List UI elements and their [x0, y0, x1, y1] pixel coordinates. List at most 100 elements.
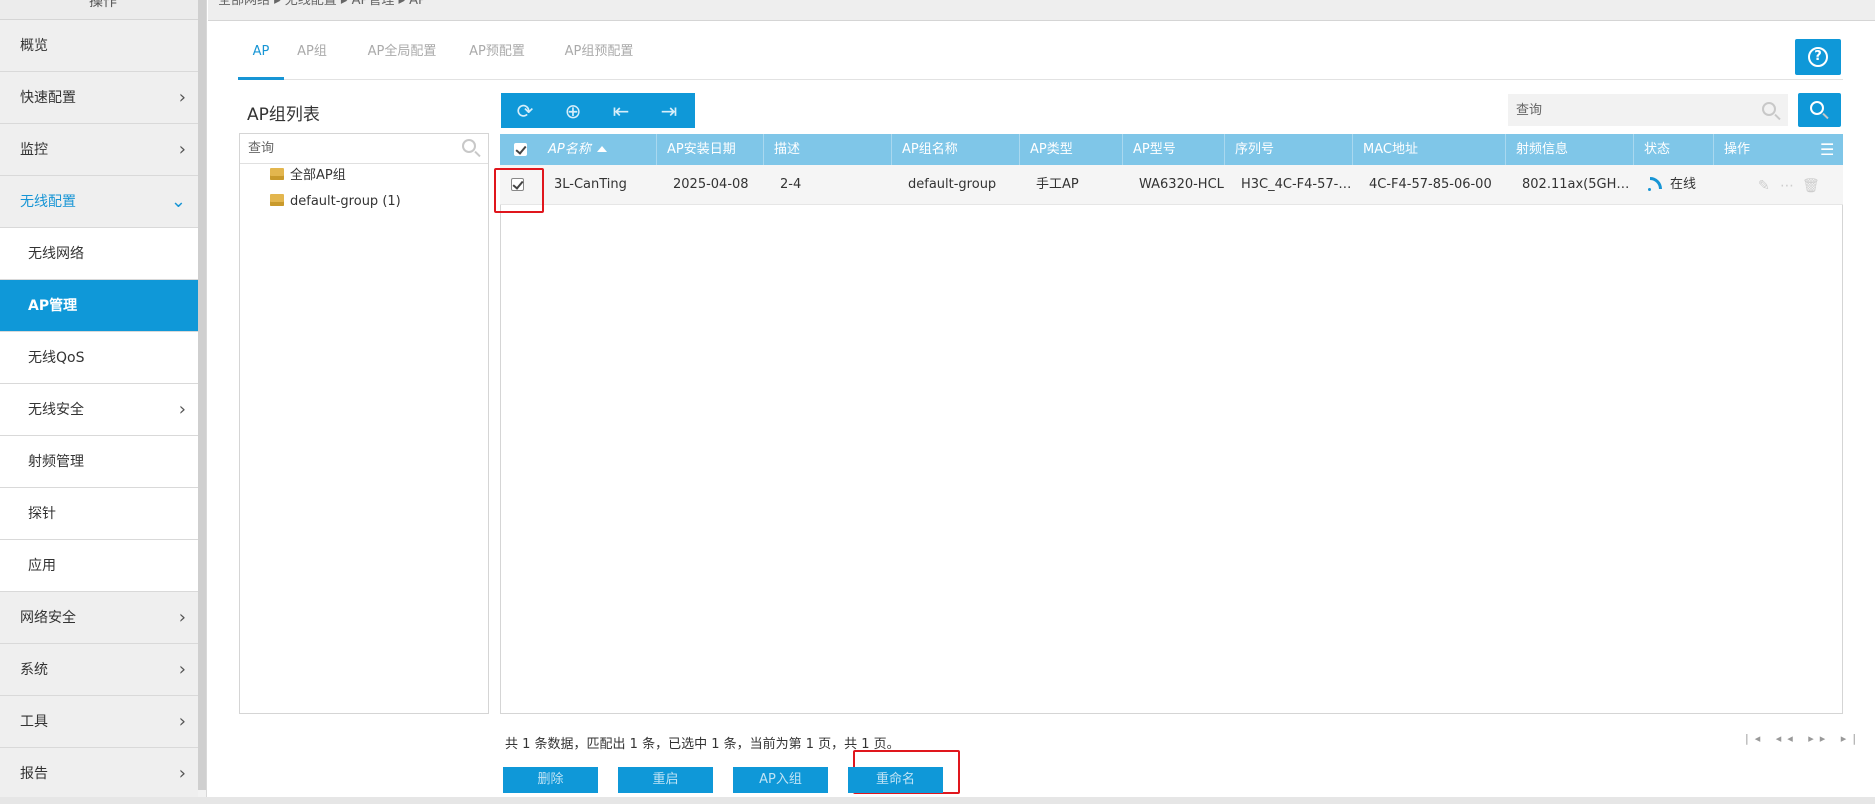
sidebar-item-wireless-config[interactable]: 无线配置 ⌄ [0, 176, 198, 228]
bottom-bar [0, 797, 1875, 804]
column-settings-icon[interactable]: ☰ [1820, 140, 1834, 159]
column-radio-info[interactable]: 射频信息 [1506, 134, 1634, 165]
sidebar-item-system[interactable]: 系统 › [0, 644, 198, 696]
sidebar-item-label: 网络安全 [20, 610, 76, 626]
chevron-right-icon: › [178, 711, 186, 732]
help-icon: ? [1808, 47, 1828, 67]
add-icon[interactable]: ⊕ [549, 93, 597, 128]
cell-ap-model: WA6320-HCL [1139, 177, 1224, 192]
chevron-right-icon: › [178, 763, 186, 784]
sidebar-item-wireless-qos[interactable]: 无线QoS [0, 332, 198, 384]
wireless-signal-icon [1648, 177, 1662, 191]
sidebar-item-monitor[interactable]: 监控 › [0, 124, 198, 176]
column-serial[interactable]: 序列号 [1225, 134, 1353, 165]
column-install-date[interactable]: AP安装日期 [657, 134, 764, 165]
cell-description: 2-4 [780, 177, 802, 192]
delete-button[interactable]: 删除 [503, 767, 598, 793]
sidebar-item-label: AP管理 [28, 298, 78, 314]
column-status[interactable]: 状态 [1634, 134, 1714, 165]
ap-table [500, 134, 1843, 714]
ap-search-box [1508, 94, 1788, 126]
column-ap-model[interactable]: AP型号 [1123, 134, 1225, 165]
sidebar-item-label: 射频管理 [28, 454, 84, 470]
status-text: 在线 [1670, 177, 1697, 192]
group-search-input[interactable] [240, 134, 440, 162]
ap-search-input[interactable] [1508, 94, 1748, 126]
tab-bar: AP AP组 AP全局配置 AP预配置 AP组预配置 [238, 40, 1843, 80]
breadcrumb: 全部网络 ▸ 无线配置 ▸ AP管理 ▸ AP [208, 0, 1875, 21]
chevron-down-icon: ⌄ [170, 191, 186, 212]
column-ap-type[interactable]: AP类型 [1020, 134, 1123, 165]
sidebar-item-network-security[interactable]: 网络安全 › [0, 592, 198, 644]
sidebar-item-label: 探针 [28, 506, 56, 522]
sidebar-item-quick-config[interactable]: 快速配置 › [0, 72, 198, 124]
tab-ap-preconfig[interactable]: AP预配置 [456, 40, 538, 80]
tree-item-default-group[interactable]: default-group (1) [270, 192, 401, 212]
sidebar-item-label: 无线网络 [28, 246, 84, 262]
rename-button[interactable]: 重命名 [848, 767, 943, 793]
sidebar-item-probe[interactable]: 探针 [0, 488, 198, 540]
tab-ap-group[interactable]: AP组 [290, 40, 334, 80]
cell-ap-type: 手工AP [1036, 177, 1079, 192]
group-tree-panel: 全部AP组 default-group (1) [239, 133, 489, 714]
select-all-checkbox[interactable] [514, 143, 527, 156]
sidebar-item-wireless-security[interactable]: 无线安全 › [0, 384, 198, 436]
column-mac[interactable]: MAC地址 [1353, 134, 1506, 165]
chevron-right-icon: › [178, 399, 186, 420]
sidebar-item-ap-management[interactable]: AP管理 [0, 280, 198, 332]
column-operation: 操作 [1724, 142, 1751, 157]
table-summary: 共 1 条数据，匹配出 1 条，已选中 1 条，当前为第 1 页，共 1 页。 [505, 737, 900, 752]
tab-ap-group-preconfig[interactable]: AP组预配置 [544, 40, 654, 80]
tab-ap[interactable]: AP [238, 40, 284, 80]
sidebar-item-label: 系统 [20, 662, 48, 678]
sidebar-item-label: 无线QoS [28, 350, 85, 366]
chevron-right-icon: › [178, 139, 186, 160]
advanced-search-icon [1810, 101, 1824, 115]
ap-join-group-button[interactable]: AP入组 [733, 767, 828, 793]
sidebar-header: 操作 [0, 0, 206, 20]
column-group-name[interactable]: AP组名称 [892, 134, 1020, 165]
refresh-icon[interactable]: ⟳ [501, 93, 549, 128]
sidebar-item-rf-management[interactable]: 射频管理 [0, 436, 198, 488]
more-icon[interactable]: ⋯ [1780, 179, 1794, 193]
cell-group-name: default-group [908, 177, 997, 192]
table-header: AP名称 AP安装日期 描述 AP组名称 AP类型 AP型号 序列号 MAC地址… [500, 134, 1843, 165]
column-description[interactable]: 描述 [764, 134, 892, 165]
edit-icon[interactable]: ✎ [1758, 179, 1770, 193]
delete-icon[interactable]: 🗑 [1802, 179, 1820, 193]
cell-ap-name: 3L-CanTing [554, 177, 627, 192]
sidebar-item-report[interactable]: 报告 › [0, 748, 198, 800]
search-icon[interactable] [1762, 102, 1776, 116]
sidebar-item-label: 应用 [28, 558, 56, 574]
sidebar-item-label: 工具 [20, 714, 48, 730]
sidebar-item-wireless-network[interactable]: 无线网络 [0, 228, 198, 280]
sidebar-item-label: 概览 [20, 38, 48, 54]
folder-icon [270, 194, 284, 206]
advanced-search-button[interactable] [1798, 93, 1841, 127]
search-icon[interactable] [462, 139, 476, 153]
reboot-button[interactable]: 重启 [618, 767, 713, 793]
chevron-right-icon: › [178, 659, 186, 680]
sidebar-item-tools[interactable]: 工具 › [0, 696, 198, 748]
table-row[interactable]: 3L-CanTing 2025-04-08 2-4 default-group … [500, 165, 1843, 205]
table-toolbar: ⟳ ⊕ ⇤ ⇥ [501, 93, 695, 128]
pagination-controls[interactable]: |◂ ◂◂ ▸▸ ▸| [1745, 732, 1862, 745]
tree-item-label: 全部AP组 [290, 168, 346, 183]
folder-icon [270, 168, 284, 180]
highlight-row-checkbox [494, 168, 544, 213]
export-icon[interactable]: ⇥ [645, 93, 693, 128]
sidebar-item-label: 快速配置 [20, 90, 76, 106]
import-icon[interactable]: ⇤ [597, 93, 645, 128]
sidebar-item-application[interactable]: 应用 [0, 540, 198, 592]
column-ap-name[interactable]: AP名称 [538, 134, 657, 165]
cell-serial: H3C_4C-F4-57-8... [1241, 177, 1353, 192]
group-search-box [240, 134, 488, 164]
cell-status: 在线 [1640, 165, 1720, 205]
sidebar-item-label: 无线安全 [28, 402, 84, 418]
tab-ap-global-config[interactable]: AP全局配置 [354, 40, 450, 80]
sidebar-scrollbar[interactable] [198, 0, 206, 790]
help-button[interactable]: ? [1795, 39, 1841, 75]
sidebar-item-overview[interactable]: 概览 [0, 20, 198, 72]
tree-item-all-groups[interactable]: 全部AP组 [270, 166, 346, 186]
sidebar-item-label: 无线配置 [20, 194, 76, 210]
